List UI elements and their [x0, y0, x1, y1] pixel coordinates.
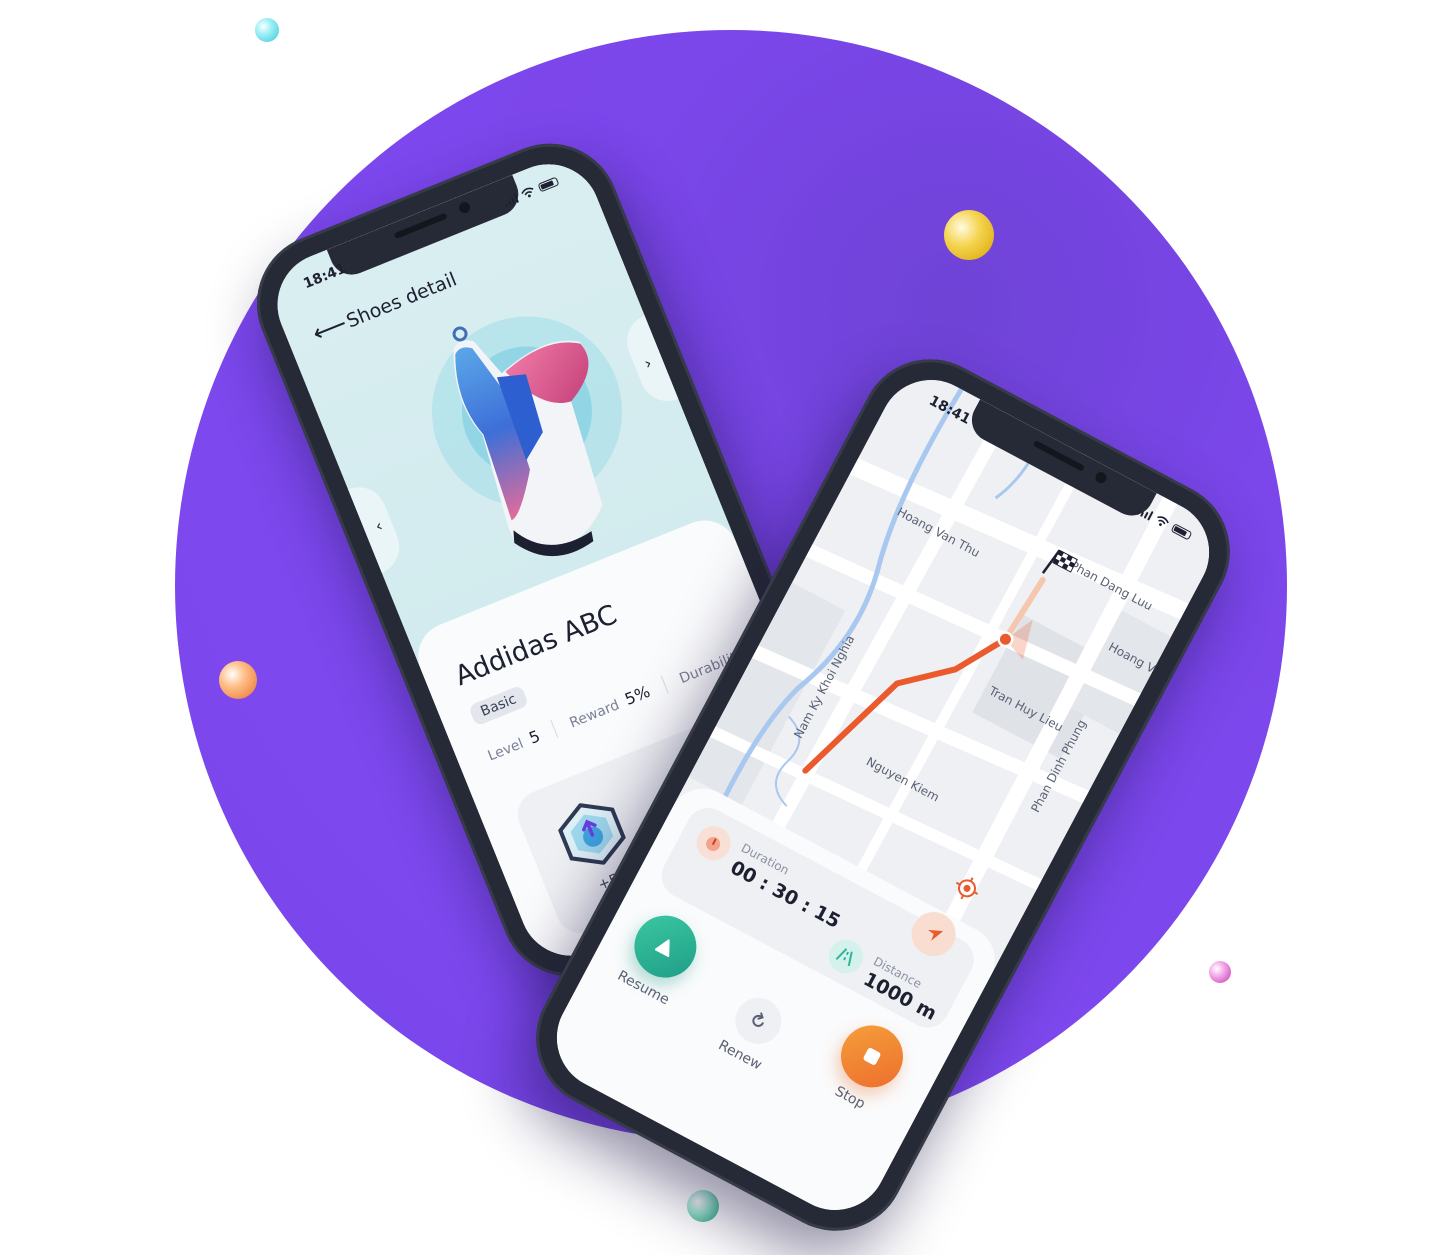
- page-title: Shoes detail: [343, 268, 460, 333]
- wifi-icon: [521, 187, 534, 198]
- renew-button[interactable]: [727, 989, 790, 1053]
- distance-road-icon: [822, 933, 869, 980]
- decor-ball-cyan: [255, 18, 279, 42]
- decor-ball-orange: [219, 661, 257, 699]
- stopwatch-icon: [690, 820, 737, 867]
- decor-ball-pink: [1209, 961, 1231, 983]
- decor-ball-green: [687, 1190, 719, 1222]
- stat-reward: Reward 5%: [566, 675, 669, 732]
- tier-badge: Basic: [468, 684, 530, 727]
- navigation-arrow-icon: [927, 929, 944, 941]
- status-time: 18:41: [301, 260, 349, 293]
- battery-icon: [537, 176, 560, 193]
- play-icon: [654, 939, 670, 958]
- stat-level: Level 5: [484, 719, 559, 765]
- decor-ball-gold: [944, 210, 994, 260]
- shoe-name: Addidas ABC: [450, 599, 622, 693]
- refresh-icon: [752, 1012, 764, 1027]
- stop-icon: [863, 1048, 881, 1065]
